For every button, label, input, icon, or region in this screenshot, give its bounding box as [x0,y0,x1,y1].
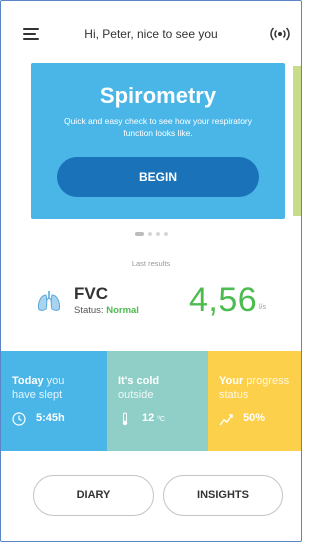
diary-button[interactable]: DIARY [33,475,154,516]
result-unit: l/s [259,304,266,311]
last-results-label: Last results [131,259,171,268]
status-value: Normal [106,305,139,316]
result-metric-name: FVC [74,284,108,303]
sleep-value: 5:45h [36,412,65,424]
result-status: Status: Normal [74,305,139,316]
temperature-value: 12 ºC [142,412,165,424]
test-carousel[interactable]: Spirometry Quick and easy check to see h… [1,63,301,223]
spirometry-card[interactable]: Spirometry Quick and easy check to see h… [31,63,285,219]
signal-broadcast-icon[interactable] [269,25,291,43]
clock-icon [12,412,26,426]
card-description: Quick and easy check to see how your res… [63,116,253,138]
trend-chart-icon [219,414,233,426]
progress-value: 50% [243,412,266,424]
weather-tile[interactable]: It's cold outside 12 ºC [107,351,208,451]
begin-button[interactable]: BEGIN [57,157,259,197]
greeting-text: Hi, Peter, nice to see you [84,27,218,41]
progress-tile-text: Your progress status [219,375,290,401]
stats-tiles: Today you have slept 5:45h It's cold outsi… [1,351,301,451]
card-title: Spirometry [99,83,217,108]
pagination-dot[interactable] [147,231,152,236]
header: Hi, Peter, nice to see you [1,1,301,61]
progress-tile[interactable]: Your progress status 50% [208,351,301,451]
thermometer-icon [122,412,128,426]
insights-button[interactable]: INSIGHTS [163,475,283,516]
weather-tile-text: It's cold outside [118,375,160,401]
pagination-dot[interactable] [163,231,168,236]
lungs-icon [37,291,61,311]
carousel-pagination [1,225,301,236]
next-card-peek[interactable] [293,66,301,216]
sleep-tile-text: Today you have slept [12,375,65,401]
app-screen: Hi, Peter, nice to see you Spirometry Qu… [0,0,302,542]
pagination-dot-active[interactable] [134,231,144,236]
sleep-tile[interactable]: Today you have slept 5:45h [1,351,107,451]
pagination-dot[interactable] [155,231,160,236]
result-value: 4,56 [189,281,258,319]
status-label: Status: [74,305,104,316]
